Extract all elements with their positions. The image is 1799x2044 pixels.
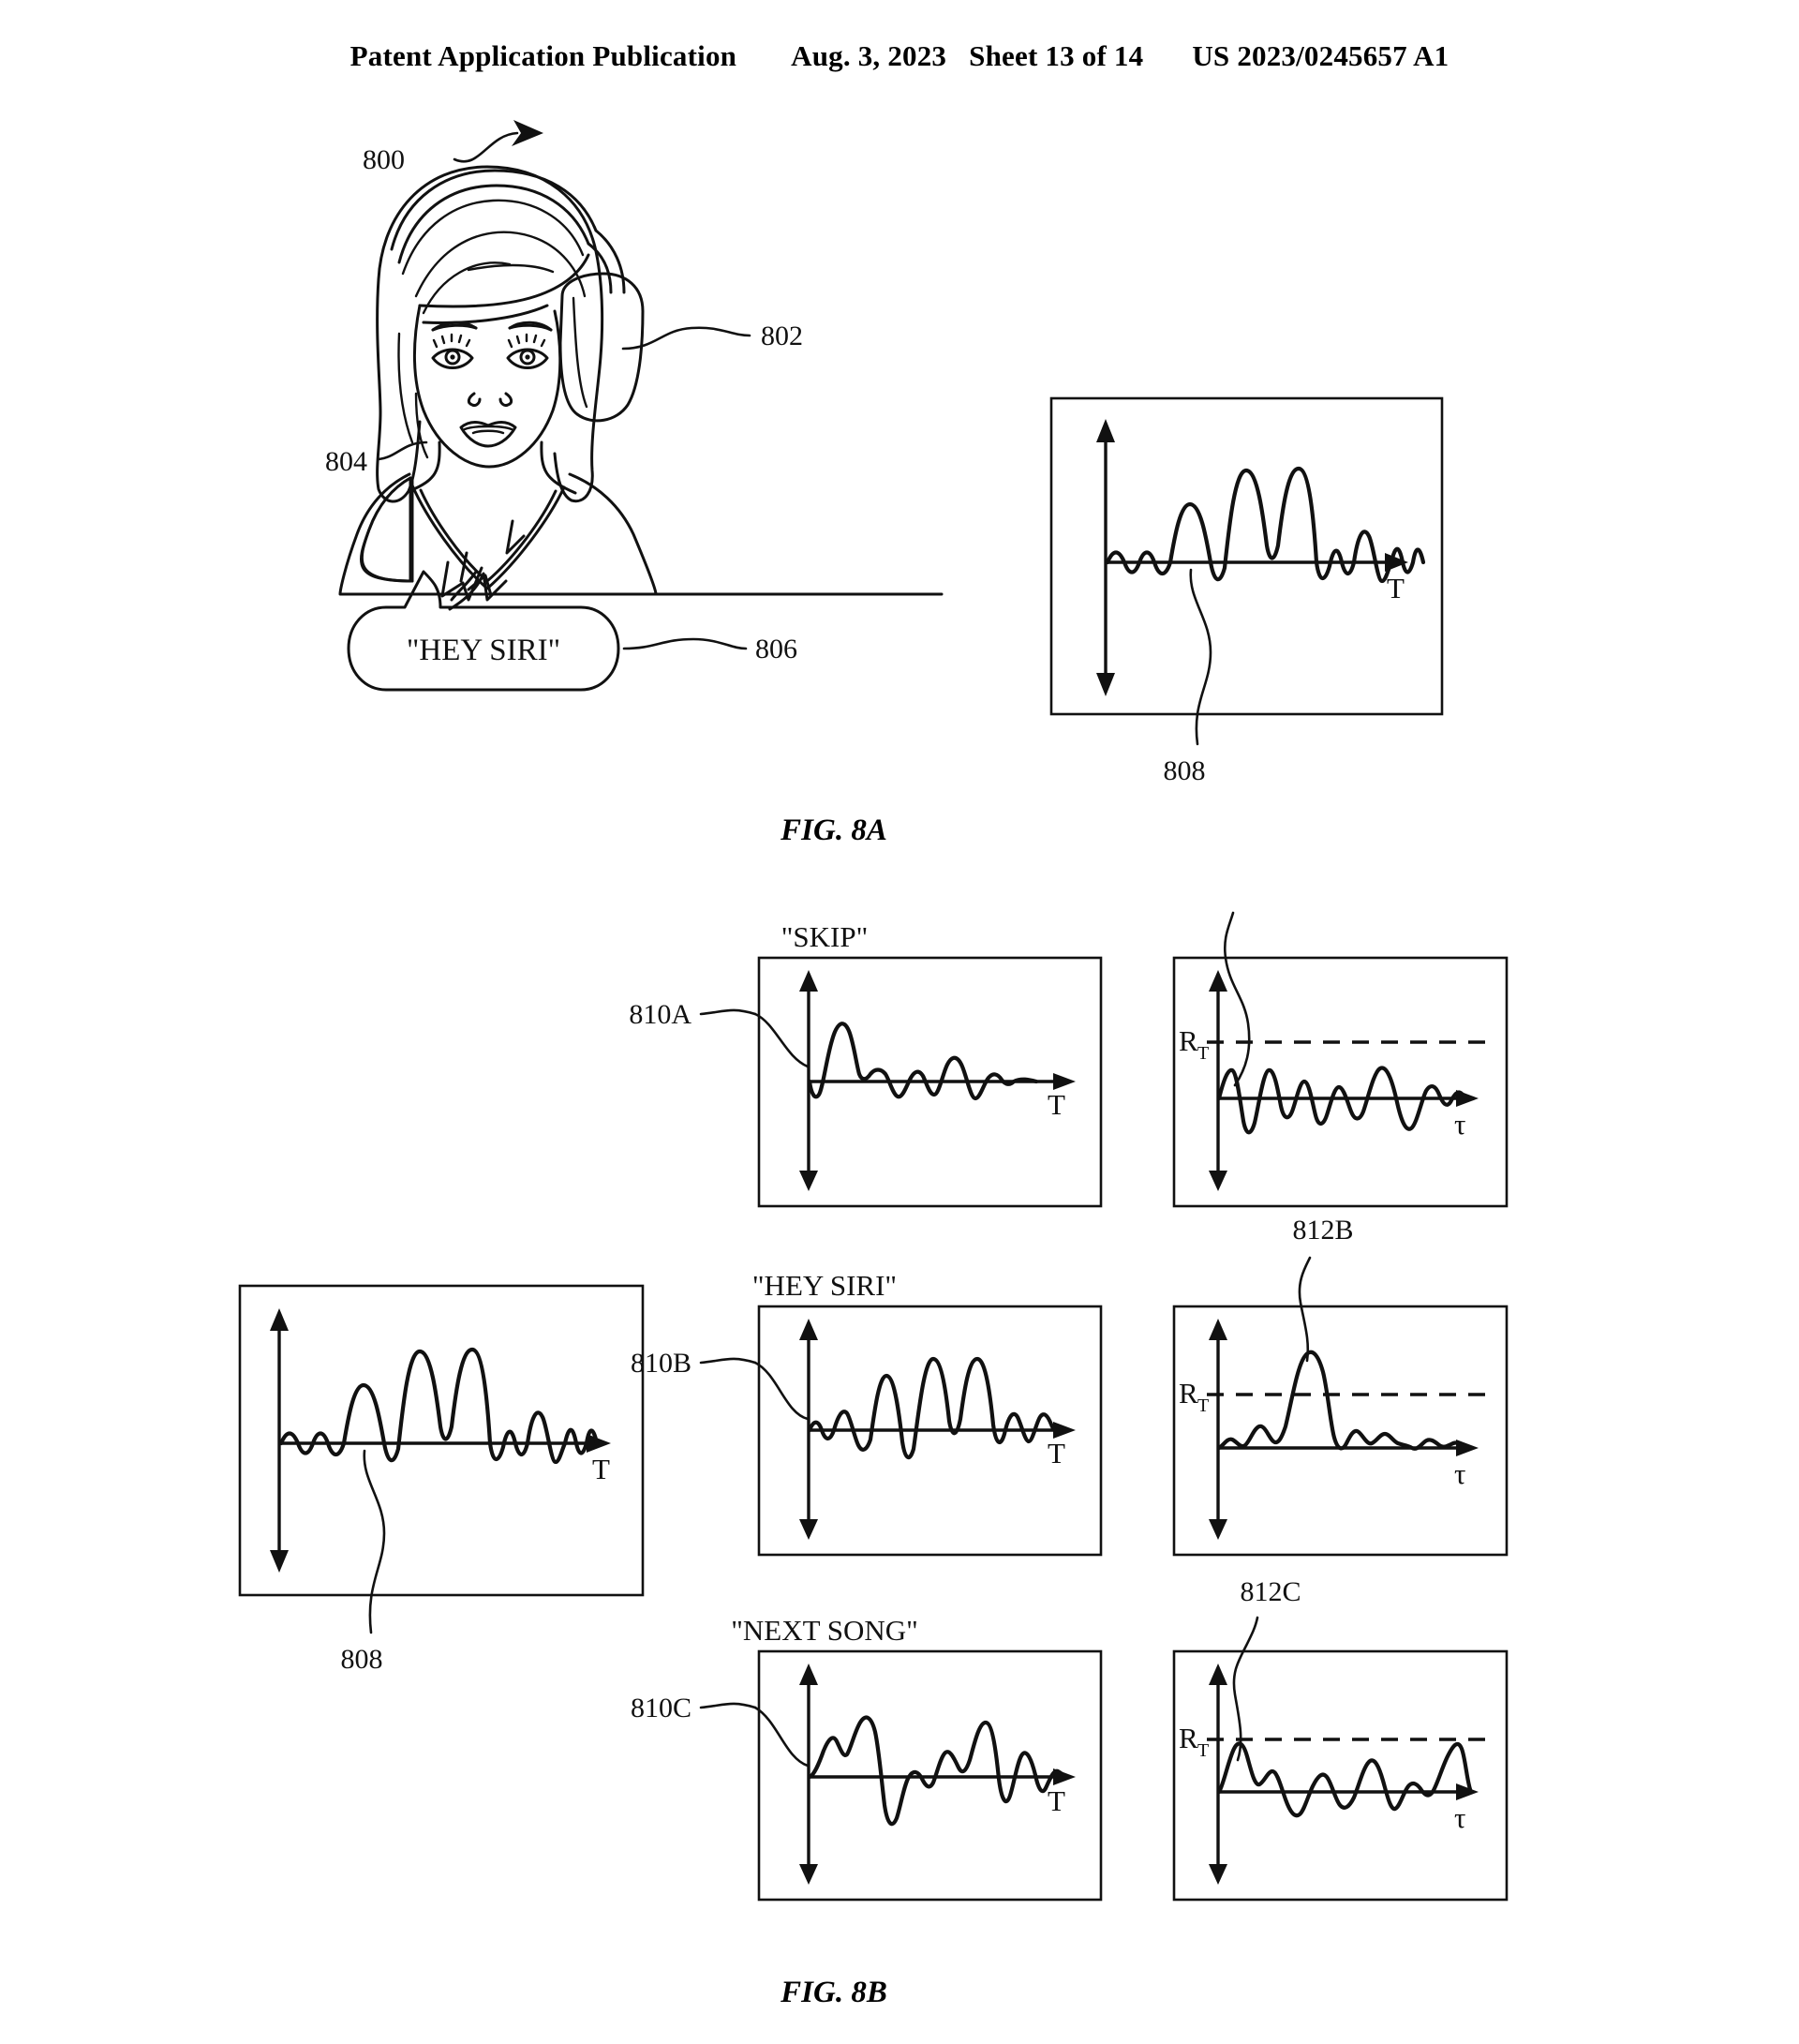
threshold-sub-812A: T (1197, 1043, 1209, 1064)
threshold-sub-812C: T (1197, 1740, 1209, 1761)
mouth (459, 421, 517, 448)
eye-left (431, 333, 474, 369)
person-illustration: 802 804 (325, 165, 944, 596)
reference-804: 804 (325, 440, 428, 477)
threshold-label-812B: R T (1179, 1377, 1209, 1416)
header-patent-number: US 2023/0245657 A1 (1192, 39, 1450, 72)
panel-skip-template: "SKIP" T 810A (629, 920, 1103, 1208)
threshold-label-812A: R T (1179, 1024, 1209, 1064)
reference-812A-label: 812A (1215, 900, 1278, 903)
axis-label-T-8b-input: T (592, 1453, 610, 1485)
reference-810C-label: 810C (631, 1693, 691, 1723)
reference-812B-label: 812B (1292, 1215, 1353, 1246)
header-date: Aug. 3, 2023 (791, 39, 947, 72)
threshold-sub-812B: T (1197, 1395, 1209, 1416)
threshold-R-812A: R (1179, 1024, 1198, 1057)
header-publication: Patent Application Publication (349, 39, 737, 72)
header-sheet: Sheet 13 of 14 (969, 39, 1144, 72)
panel-heysiri-template: "HEY SIRI" T 810B (631, 1269, 1103, 1557)
threshold-R-812B: R (1179, 1377, 1198, 1410)
reference-812C-label: 812C (1240, 1576, 1301, 1607)
axis-label-T-nextsong: T (1048, 1784, 1065, 1817)
reference-806-label: 806 (755, 634, 797, 664)
axis-label-tau-nextsong: τ (1454, 1801, 1465, 1834)
panel-title-nextsong: "NEXT SONG" (731, 1614, 918, 1647)
axis-label-tau-heysiri: τ (1454, 1457, 1465, 1490)
axis-label-T-8a: T (1387, 572, 1405, 604)
reference-800: 800 (363, 120, 543, 175)
panel-nextsong-correlation: τ R T 812C (1172, 1576, 1509, 1902)
axis-label-tau-skip: τ (1454, 1108, 1465, 1141)
figure-8a-drawing: 800 802 804 "HEY SIRI" 806 T 808 (325, 120, 1444, 786)
reference-810B-label: 810B (631, 1348, 691, 1379)
panel-title-skip: "SKIP" (781, 920, 869, 953)
speech-bubble-text: "HEY SIRI" (407, 634, 560, 667)
input-waveform-box-808: T 808 (238, 1284, 645, 1675)
figure-8b-drawing: T 808 "SKIP" T 810A τ R T 812A (238, 900, 1509, 1902)
threshold-label-812C: R T (1179, 1722, 1209, 1761)
figure-8b-caption: FIG. 8B (781, 1976, 887, 2009)
figure-8a-caption: FIG. 8A (781, 813, 887, 847)
panel-title-heysiri: "HEY SIRI" (752, 1269, 897, 1302)
threshold-R-812C: R (1179, 1722, 1198, 1754)
figure-8a: 800 802 804 "HEY SIRI" 806 T 808 FIG. 8A (0, 112, 1799, 853)
panel-nextsong-template: "NEXT SONG" T 810C (631, 1614, 1103, 1902)
panel-heysiri-correlation: τ R T 812B (1172, 1215, 1509, 1557)
reference-808-label-8b: 808 (341, 1644, 383, 1675)
reference-804-label: 804 (325, 446, 367, 477)
speech-bubble: "HEY SIRI" 806 (347, 519, 797, 692)
reference-810A-label: 810A (629, 999, 691, 1030)
figure-8b: T 808 "SKIP" T 810A τ R T 812A (0, 900, 1799, 2043)
reference-802-label: 802 (761, 321, 803, 351)
page-header: Patent Application Publication Aug. 3, 2… (0, 39, 1799, 73)
waveform-box-808: T 808 (1049, 396, 1444, 786)
axis-label-T-heysiri: T (1048, 1437, 1065, 1470)
axis-label-T-skip: T (1048, 1088, 1065, 1121)
eye-right (506, 333, 549, 369)
reference-808-label-8a: 808 (1164, 755, 1206, 786)
reference-800-label: 800 (363, 144, 405, 175)
panel-skip-correlation: τ R T 812A (1172, 900, 1509, 1208)
